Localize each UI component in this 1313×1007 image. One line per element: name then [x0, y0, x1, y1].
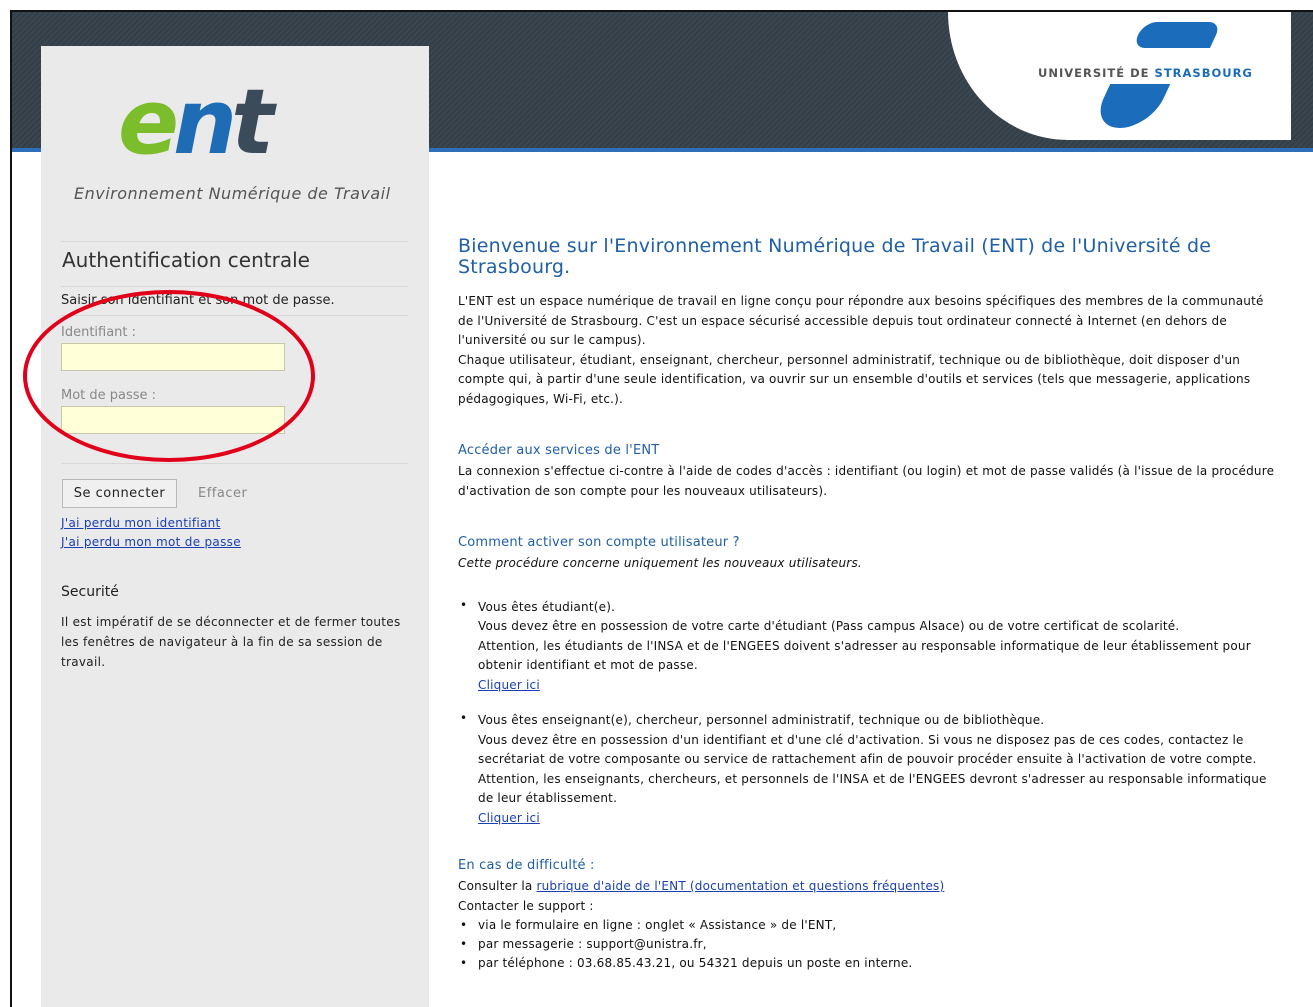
help-item-email: par messagerie : support@unistra.fr,: [458, 935, 1278, 954]
window-border-left: [10, 10, 12, 1007]
lost-identifier-link[interactable]: J'ai perdu mon identifiant: [61, 516, 221, 530]
security-text: Il est impératif de se déconnecter et de…: [61, 615, 401, 669]
divider: [61, 286, 408, 287]
staff-title: Vous êtes enseignant(e), chercheur, pers…: [478, 713, 1045, 727]
students-text-2: Attention, les étudiants de l'INSA et de…: [478, 638, 1251, 673]
access-section-text: La connexion s'effectue ci-contre à l'ai…: [458, 464, 1275, 498]
unistra-prefix: UNIVERSITÉ DE: [1038, 66, 1155, 80]
security-title: Securité: [61, 584, 119, 600]
help-item-phone: par téléphone : 03.68.85.43.21, ou 54321…: [458, 954, 1278, 973]
students-list-item: Vous êtes étudiant(e). Vous devez être e…: [458, 598, 1278, 696]
help-consult-line: Consulter la rubrique d'aide de l'ENT (d…: [458, 877, 1278, 897]
login-title: Authentification centrale: [62, 248, 310, 272]
students-text-1: Vous devez être en possession de votre c…: [478, 619, 1180, 633]
unistra-suffix: STRASBOURG: [1154, 66, 1253, 80]
logo-letter-t: t: [231, 70, 274, 175]
lost-password-link[interactable]: J'ai perdu mon mot de passe: [61, 535, 241, 549]
divider: [61, 241, 408, 242]
intro-paragraph-2: Chaque utilisateur, étudiant, enseignant…: [458, 352, 1251, 406]
intro-paragraph-1: L'ENT est un espace numérique de travail…: [458, 294, 1264, 347]
students-click-here-link[interactable]: Cliquer ici: [478, 678, 540, 692]
help-docs-link[interactable]: rubrique d'aide de l'ENT (documentation …: [536, 879, 944, 893]
staff-click-here-link[interactable]: Cliquer ici: [478, 811, 540, 825]
clear-button[interactable]: Effacer: [198, 486, 247, 501]
staff-list-item: Vous êtes enseignant(e), chercheur, pers…: [458, 711, 1278, 828]
unistra-logo-text: UNIVERSITÉ DE STRASBOURG: [1038, 66, 1253, 80]
staff-text-2: Attention, les enseignants, chercheurs, …: [478, 771, 1267, 806]
logo-letter-e: e: [118, 70, 179, 175]
login-button[interactable]: Se connecter: [62, 479, 177, 508]
unistra-logo-mark-top: [1131, 22, 1223, 48]
help-contact-line: Contacter le support :: [458, 898, 594, 913]
ent-logo: ent: [118, 78, 274, 168]
ent-logo-subtitle: Environnement Numérique de Travail: [74, 184, 391, 203]
students-title: Vous êtes étudiant(e).: [478, 599, 616, 614]
main-content: Bienvenue sur l'Environnement Numérique …: [458, 235, 1278, 974]
logo-letter-n: n: [173, 70, 237, 175]
highlight-ellipse: [23, 290, 315, 462]
help-section-title: En cas de difficulté :: [458, 858, 595, 873]
help-item-form: via le formulaire en ligne : onglet « As…: [458, 916, 1278, 935]
welcome-title: Bienvenue sur l'Environnement Numérique …: [458, 235, 1212, 278]
help-consult-prefix: Consulter la: [458, 879, 537, 893]
divider: [61, 463, 408, 464]
activate-section-title: Comment activer son compte utilisateur ?: [458, 535, 740, 550]
staff-text-1: Vous devez être en possession d'un ident…: [478, 732, 1257, 767]
access-section-title: Accéder aux services de l'ENT: [458, 443, 660, 458]
activate-section-note: Cette procédure concerne uniquement les …: [458, 556, 862, 570]
